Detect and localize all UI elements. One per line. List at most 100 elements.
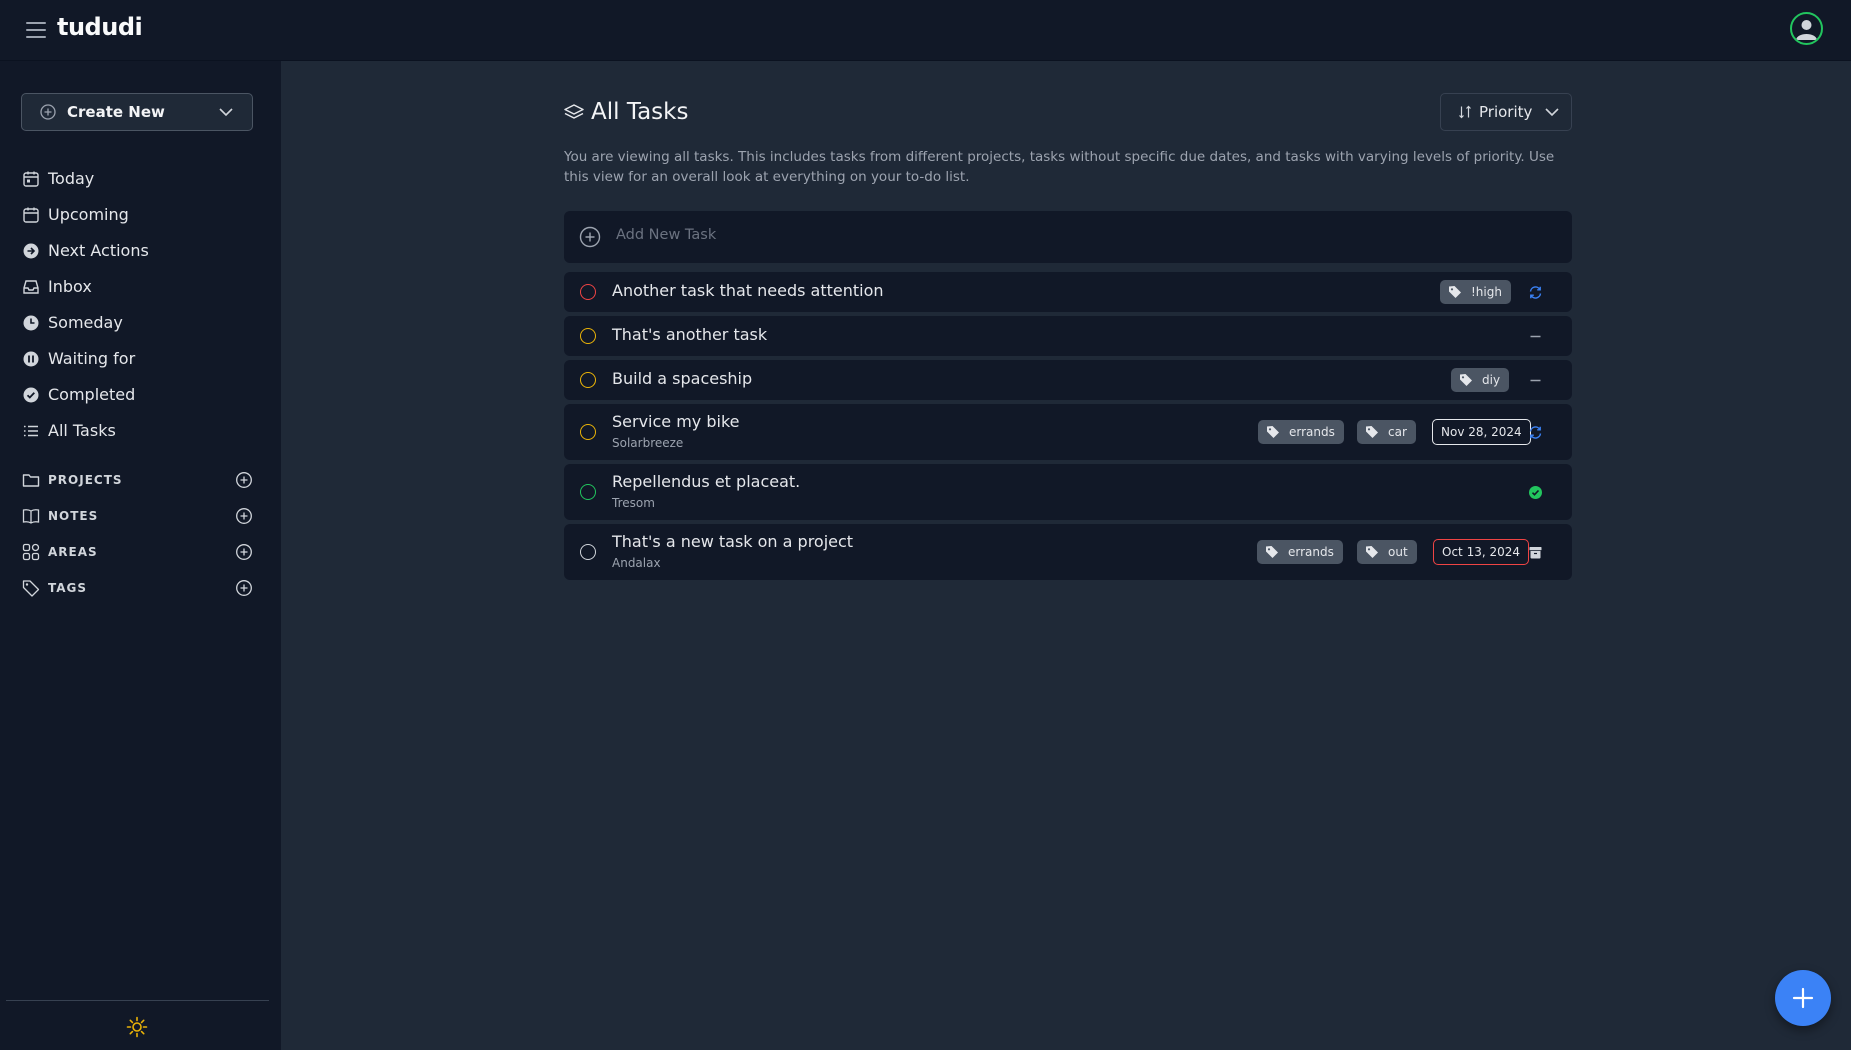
task-name: Repellendus et placeat. — [612, 472, 801, 491]
task-row[interactable]: Service my bike Solarbreeze errands car … — [564, 404, 1572, 460]
chevron-down-icon — [1545, 108, 1559, 117]
app-logo[interactable]: tududi — [57, 13, 143, 41]
avatar[interactable] — [1790, 12, 1823, 45]
sidebar-item-label: Someday — [48, 313, 123, 332]
add-area-icon[interactable] — [235, 543, 253, 561]
sort-label: Priority — [1479, 103, 1533, 121]
tag-label: diy — [1482, 373, 1501, 387]
sidebar-item-all-tasks[interactable]: All Tasks — [0, 413, 281, 449]
add-project-icon[interactable] — [235, 471, 253, 489]
section-label: AREAS — [48, 545, 98, 559]
task-complete-toggle[interactable] — [580, 544, 596, 560]
task-complete-toggle[interactable] — [580, 284, 596, 300]
dash-icon — [1530, 379, 1541, 382]
sidebar-section-areas[interactable]: AREAS — [0, 537, 281, 567]
tag-label: errands — [1289, 425, 1335, 439]
check-circle-icon — [23, 387, 39, 403]
layers-icon — [564, 104, 584, 119]
tag-icon — [1266, 546, 1278, 558]
add-task-fab[interactable] — [1775, 970, 1831, 1026]
sidebar-item-someday[interactable]: Someday — [0, 305, 281, 341]
tag-icon — [22, 580, 40, 597]
task-row[interactable]: Another task that needs attention !high — [564, 272, 1572, 312]
task-name: Service my bike — [612, 412, 740, 431]
due-date-badge: Nov 28, 2024 — [1432, 419, 1531, 445]
sidebar-item-waiting-for[interactable]: Waiting for — [0, 341, 281, 377]
sidebar-item-label: Next Actions — [48, 241, 149, 260]
task-tag[interactable]: car — [1357, 420, 1416, 444]
sidebar-item-next-actions[interactable]: Next Actions — [0, 233, 281, 269]
task-project: Tresom — [612, 496, 655, 510]
sidebar-item-label: Today — [48, 169, 95, 188]
sidebar-divider — [6, 1000, 269, 1001]
section-label: PROJECTS — [48, 473, 123, 487]
create-new-button[interactable]: Create New — [21, 93, 253, 131]
tag-label: car — [1388, 425, 1407, 439]
page-title: All Tasks — [591, 99, 689, 125]
sidebar: Create New Today Upcoming Next Actions I… — [0, 61, 281, 1050]
add-tag-icon[interactable] — [235, 579, 253, 597]
sidebar-item-completed[interactable]: Completed — [0, 377, 281, 413]
list-icon — [23, 425, 38, 437]
section-label: NOTES — [48, 509, 99, 523]
task-row[interactable]: That's another task — [564, 316, 1572, 356]
sidebar-item-label: Upcoming — [48, 205, 129, 224]
create-new-label: Create New — [67, 103, 165, 121]
main-content: All Tasks Priority You are viewing all t… — [281, 61, 1851, 1050]
task-project: Andalax — [612, 556, 661, 570]
task-tag[interactable]: !high — [1440, 280, 1511, 304]
task-name: Another task that needs attention — [612, 281, 884, 300]
task-complete-toggle[interactable] — [580, 328, 596, 344]
menu-icon[interactable] — [26, 22, 46, 38]
task-project: Solarbreeze — [612, 436, 684, 450]
folder-icon — [22, 474, 40, 487]
tag-label: errands — [1288, 545, 1334, 559]
task-complete-toggle[interactable] — [580, 424, 596, 440]
task-tag[interactable]: diy — [1451, 368, 1510, 392]
sidebar-item-today[interactable]: Today — [0, 161, 281, 197]
tag-icon — [1267, 426, 1279, 438]
task-complete-toggle[interactable] — [580, 484, 596, 500]
task-tag[interactable]: errands — [1257, 540, 1343, 564]
plus-icon — [1792, 987, 1814, 1009]
task-row[interactable]: Build a spaceship diy — [564, 360, 1572, 400]
sidebar-item-upcoming[interactable]: Upcoming — [0, 197, 281, 233]
sidebar-item-label: All Tasks — [48, 421, 116, 440]
sidebar-section-tags[interactable]: TAGS — [0, 573, 281, 603]
chevron-down-icon — [219, 108, 233, 117]
repeat-icon — [1529, 286, 1542, 299]
task-tag[interactable]: errands — [1258, 420, 1344, 444]
sidebar-section-notes[interactable]: NOTES — [0, 501, 281, 531]
top-bar: tududi — [0, 0, 1851, 61]
calendar-icon — [23, 207, 39, 223]
due-date-badge: Oct 13, 2024 — [1433, 539, 1529, 565]
add-note-icon[interactable] — [235, 507, 253, 525]
inbox-icon — [23, 280, 39, 294]
book-icon — [22, 509, 40, 524]
tag-icon — [1366, 546, 1378, 558]
sidebar-item-label: Completed — [48, 385, 136, 404]
pause-circle-icon — [23, 351, 39, 367]
user-icon — [1796, 20, 1817, 40]
archive-icon — [1529, 547, 1542, 559]
task-row[interactable]: Repellendus et placeat. Tresom — [564, 464, 1572, 520]
plus-circle-icon — [579, 226, 601, 248]
add-task-placeholder: Add New Task — [616, 227, 717, 243]
task-name: Build a spaceship — [612, 369, 753, 388]
add-task-input[interactable]: Add New Task — [564, 211, 1572, 263]
sidebar-item-inbox[interactable]: Inbox — [0, 269, 281, 305]
sun-icon[interactable] — [126, 1016, 148, 1038]
task-row[interactable]: That's a new task on a project Andalax e… — [564, 524, 1572, 580]
sidebar-section-projects[interactable]: PROJECTS — [0, 465, 281, 495]
task-tag[interactable]: out — [1357, 540, 1417, 564]
dash-icon — [1530, 335, 1541, 338]
sort-icon — [1459, 105, 1471, 119]
calendar-icon — [23, 171, 39, 187]
plus-circle-icon — [40, 104, 56, 120]
tag-icon — [1449, 286, 1461, 298]
task-complete-toggle[interactable] — [580, 372, 596, 388]
task-name: That's another task — [612, 325, 768, 344]
clock-icon — [23, 315, 39, 331]
section-label: TAGS — [48, 581, 88, 595]
sort-dropdown[interactable]: Priority — [1440, 93, 1572, 131]
